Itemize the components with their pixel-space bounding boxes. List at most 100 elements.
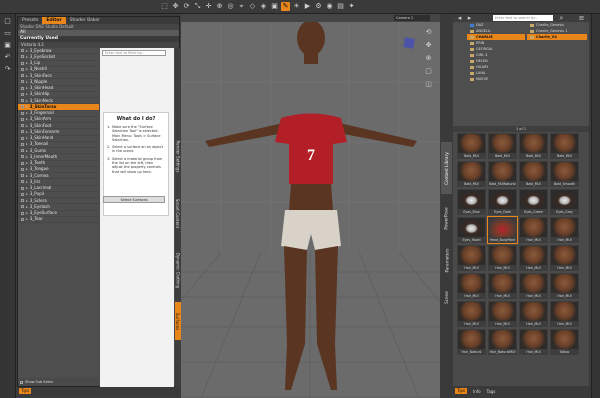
library-search-input[interactable]: Enter text to search by... <box>493 15 553 21</box>
asset-tile[interactable]: Bald_MUI <box>519 133 548 159</box>
surface-checkbox[interactable] <box>21 186 24 190</box>
asset-tile[interactable]: Bald_MUI <box>519 161 548 187</box>
surface-checkbox[interactable] <box>21 49 24 53</box>
new-scene-icon[interactable]: ▢ <box>3 17 12 26</box>
asset-tile[interactable]: Bald_Smooth <box>550 161 579 187</box>
tools-icon[interactable]: ✦ <box>347 2 356 11</box>
render-settings-icon[interactable]: ⚙ <box>314 2 323 11</box>
surface-checkbox[interactable] <box>21 80 24 84</box>
tips-button[interactable]: Tips <box>19 388 32 394</box>
asset-tile[interactable]: Hair_MUI <box>488 273 517 299</box>
surface-checkbox[interactable] <box>21 61 24 65</box>
surface-checkbox[interactable] <box>21 161 24 165</box>
asset-tile[interactable]: Hair_MUI <box>457 301 486 327</box>
asset-tile[interactable]: Tattoo <box>550 329 579 355</box>
surface-checkbox[interactable] <box>21 217 24 221</box>
select-surfaces-button[interactable]: Select Surfaces <box>103 196 165 203</box>
footer-tags[interactable]: Tags <box>487 387 496 396</box>
asset-tile[interactable]: Eyes_Grey <box>550 189 579 215</box>
asset-tile[interactable]: Hair_MUI <box>519 245 548 271</box>
scale-tool-icon[interactable]: ⤡ <box>193 2 202 11</box>
asset-tile[interactable]: Bald_MUI <box>488 133 517 159</box>
surface-row[interactable]: ▸ 3_Tear <box>18 216 99 223</box>
joint-editor-icon[interactable]: ⊕ <box>215 2 224 11</box>
asset-tile[interactable]: Bald_MUI <box>457 133 486 159</box>
node-select-icon[interactable]: ◎ <box>226 2 235 11</box>
surface-selection-tool-icon[interactable]: ✎ <box>281 2 290 11</box>
tab-parameters[interactable]: Parameters <box>441 240 452 280</box>
move-tool-icon[interactable]: ✥ <box>171 2 180 11</box>
surface-checkbox[interactable] <box>21 199 24 203</box>
asset-tile[interactable]: Hair_Natural <box>457 329 486 355</box>
asset-tile[interactable]: Hair_MUI <box>488 245 517 271</box>
surface-checkbox[interactable] <box>21 67 24 71</box>
tab-presets[interactable]: Presets <box>18 17 42 24</box>
tab-shader-baker[interactable]: Shader Baker <box>66 17 104 24</box>
geometry-editor-icon[interactable]: ◇ <box>248 2 257 11</box>
tab-scene[interactable]: Scene <box>441 282 452 312</box>
asset-tile[interactable]: Hair_MUI <box>519 301 548 327</box>
spot-render-icon[interactable]: ▣ <box>270 2 279 11</box>
tab-editor[interactable]: Editor <box>42 17 66 24</box>
select-tool-icon[interactable]: ⬚ <box>160 2 169 11</box>
surface-checkbox[interactable] <box>21 136 24 140</box>
surface-checkbox[interactable] <box>21 74 24 78</box>
surface-checkbox[interactable] <box>21 167 24 171</box>
asset-tile[interactable]: Eyes_Green <box>519 189 548 215</box>
viewport[interactable]: Camera 1 ⟲ ✥ ⊕ ▢ ◫ 7 <box>181 14 440 398</box>
asset-tile[interactable]: Eyes_Hazel <box>457 217 486 243</box>
aux-viewport-icon[interactable]: ▤ <box>336 2 345 11</box>
expand-arrow-icon[interactable]: ▸ <box>26 216 28 222</box>
footer-info[interactable]: Info <box>473 387 481 396</box>
light-tool-icon[interactable]: ☀ <box>292 2 301 11</box>
asset-tile[interactable]: Hair_MUI <box>488 301 517 327</box>
asset-tile[interactable]: Bald_MUINatural <box>488 161 517 187</box>
region-nav-icon[interactable]: ⌖ <box>237 2 246 11</box>
surface-checkbox[interactable] <box>21 142 24 146</box>
tab-powerpose[interactable]: PowerPose <box>441 198 452 238</box>
folder-item[interactable]: MAEVE <box>467 76 525 82</box>
asset-tile[interactable]: Hair_MUI <box>457 273 486 299</box>
asset-tile[interactable]: Hair_MUI <box>550 273 579 299</box>
asset-tile[interactable]: Hair_MUI <box>519 273 548 299</box>
render-icon[interactable]: ◉ <box>325 2 334 11</box>
asset-tile[interactable]: Hair_NaturalMUI <box>488 329 517 355</box>
asset-tile[interactable]: Eyes_Blue <box>457 189 486 215</box>
surface-checkbox[interactable] <box>21 180 24 184</box>
asset-tile[interactable]: Hair_MUI <box>550 245 579 271</box>
folder-item[interactable]: Charlie_V4 <box>527 34 587 40</box>
show-sub-items-checkbox[interactable] <box>20 380 23 384</box>
surface-checkbox[interactable] <box>21 174 24 178</box>
asset-tile[interactable]: Hair_MUI <box>519 217 548 243</box>
surface-checkbox[interactable] <box>21 205 24 209</box>
save-icon[interactable]: ▣ <box>3 41 12 50</box>
rotate-tool-icon[interactable]: ⟳ <box>182 2 191 11</box>
surface-checkbox[interactable] <box>21 105 24 109</box>
asset-tile[interactable]: Hair_MUI <box>519 329 548 355</box>
tab-content-library[interactable]: Content Library <box>441 142 452 194</box>
asset-tile[interactable]: Head_BodyPaint <box>487 216 518 244</box>
asset-tile[interactable]: Hair_MUI <box>550 301 579 327</box>
undo-icon[interactable]: ↶ <box>3 53 12 62</box>
surface-checkbox[interactable] <box>21 192 24 196</box>
asset-tile[interactable]: Eyes_Dark <box>488 189 517 215</box>
surface-checkbox[interactable] <box>21 86 24 90</box>
filter-search-input[interactable]: Enter text to filter by... <box>102 50 166 56</box>
asset-tile[interactable]: Hair_MUI <box>550 217 579 243</box>
surface-checkbox[interactable] <box>21 155 24 159</box>
surface-checkbox[interactable] <box>21 117 24 121</box>
surface-checkbox[interactable] <box>21 149 24 153</box>
surface-checkbox[interactable] <box>21 111 24 115</box>
surface-checkbox[interactable] <box>21 92 24 96</box>
camera-tool-icon[interactable]: ▶ <box>303 2 312 11</box>
asset-tile[interactable]: Bald_MUI <box>457 161 486 187</box>
camera-selector[interactable]: Camera 1 <box>394 15 430 21</box>
surface-checkbox[interactable] <box>21 55 24 59</box>
surface-checkbox[interactable] <box>21 99 24 103</box>
page-indicator[interactable]: 1 of 2 <box>453 126 589 132</box>
asset-tile[interactable]: Bald_MUI <box>550 133 579 159</box>
universal-tool-icon[interactable]: ✛ <box>204 2 213 11</box>
surface-checkbox[interactable] <box>21 211 24 215</box>
asset-tile[interactable]: Hair_MUI <box>457 245 486 271</box>
open-icon[interactable]: ▭ <box>3 29 12 38</box>
